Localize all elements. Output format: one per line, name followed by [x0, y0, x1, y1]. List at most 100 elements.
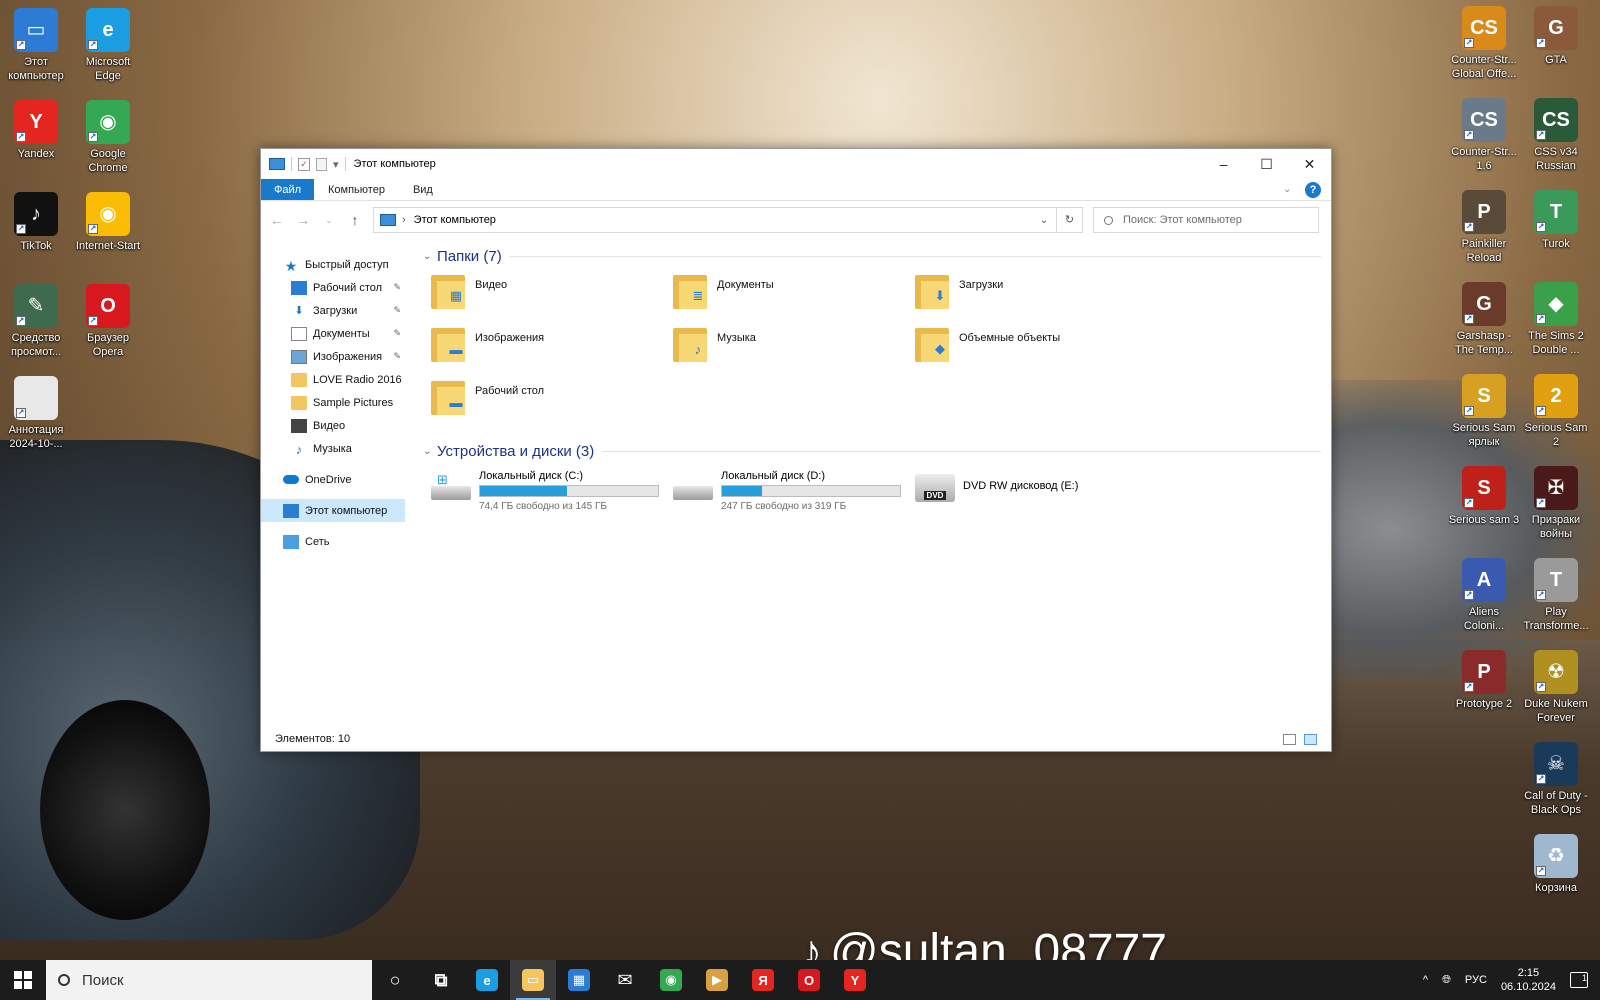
nav-item-видео[interactable]: Видео: [261, 414, 413, 437]
desktop-icon-the-sims-2-double[interactable]: ◆ ↗ The Sims 2 Double ...: [1520, 282, 1592, 357]
desktop-icon-prototype-2[interactable]: P ↗ Prototype 2: [1448, 650, 1520, 711]
folder-item-документы[interactable]: ≣ Документы: [673, 271, 915, 324]
taskbar-media-button[interactable]: ▶: [694, 960, 740, 1000]
help-icon[interactable]: ?: [1305, 182, 1321, 198]
large-icons-view-icon[interactable]: [1304, 733, 1317, 745]
app-icon: S ↗: [1462, 374, 1506, 418]
desktop-icon-средство-просмот[interactable]: ✎ ↗ Средство просмот...: [0, 284, 72, 359]
taskbar-yandex-browser-button[interactable]: Я: [740, 960, 786, 1000]
desktop-icon-tiktok[interactable]: ♪ ↗ TikTok: [0, 192, 72, 253]
network-globe-icon[interactable]: 🌐︎: [1442, 974, 1451, 987]
drive-info: DVD RW дисковод (E:): [963, 470, 1143, 492]
search-input[interactable]: Поиск: Этот компьютер: [1093, 207, 1319, 233]
up-button[interactable]: ↑: [347, 212, 363, 228]
folder-item-музыка[interactable]: ♪ Музыка: [673, 324, 915, 377]
refresh-button[interactable]: ↻: [1056, 208, 1082, 232]
taskbar-edge-button[interactable]: e: [464, 960, 510, 1000]
nav-item-изображения[interactable]: Изображения ✎: [261, 345, 413, 368]
taskbar-task-view-button[interactable]: ⧉: [418, 960, 464, 1000]
desktop-icon-painkiller-reload[interactable]: P ↗ Painkiller Reload: [1448, 190, 1520, 265]
desktop-icon-call-of-duty-black-ops[interactable]: ☠ ↗ Call of Duty - Black Ops: [1520, 742, 1592, 817]
tab-computer[interactable]: Компьютер: [314, 179, 399, 200]
folder-item-рабочий-стол[interactable]: ▬ Рабочий стол: [431, 377, 673, 430]
taskbar-explorer-button[interactable]: ▭: [510, 960, 556, 1000]
details-view-icon[interactable]: [1283, 733, 1296, 745]
tab-file[interactable]: Файл: [261, 179, 314, 200]
back-button[interactable]: ←: [269, 212, 285, 228]
folder-icon: ▬: [431, 324, 467, 364]
desktop-icon-призраки-войны[interactable]: ✠ ↗ Призраки войны: [1520, 466, 1592, 541]
customize-toolbar-chevron-icon[interactable]: ▾: [333, 158, 339, 171]
desktop-icon-google-chrome[interactable]: ◉ ↗ Google Chrome: [72, 100, 144, 175]
desktop-icon-garshasp-the-temp[interactable]: G ↗ Garshasp - The Temp...: [1448, 282, 1520, 357]
desktop-icon-css-v34-russian[interactable]: CS ↗ CSS v34 Russian: [1520, 98, 1592, 173]
desktop-icon-serious-sam-ярлык[interactable]: S ↗ Serious Sam ярлык: [1448, 374, 1520, 449]
drive-item-1[interactable]: Локальный диск (D:) 247 ГБ свободно из 31…: [673, 470, 915, 512]
nav-label: Изображения: [313, 350, 383, 363]
maximize-button[interactable]: ☐: [1245, 149, 1288, 179]
nav-network[interactable]: Сеть: [261, 530, 413, 553]
collapse-chevron-icon[interactable]: ⌄: [423, 446, 437, 457]
desktop-icon-браузер-opera[interactable]: O ↗ Браузер Opera: [72, 284, 144, 359]
recent-locations-chevron-icon[interactable]: ⌄: [321, 215, 337, 226]
desktop-icon-serious-sam-3[interactable]: S ↗ Serious sam 3: [1448, 466, 1520, 527]
taskbar-store-button[interactable]: ▦: [556, 960, 602, 1000]
devices-group-header[interactable]: ⌄ Устройства и диски (3): [423, 440, 1321, 462]
desktop-icon-microsoft-edge[interactable]: e ↗ Microsoft Edge: [72, 8, 144, 83]
taskbar-search-input[interactable]: Поиск: [46, 960, 372, 1000]
desktop-icon-aliens-coloni[interactable]: A ↗ Aliens Coloni...: [1448, 558, 1520, 633]
language-indicator[interactable]: РУС: [1465, 974, 1487, 986]
nav-item-загрузки[interactable]: ⬇ Загрузки ✎: [261, 299, 413, 322]
breadcrumb-separator-icon[interactable]: ›: [402, 214, 406, 226]
start-button[interactable]: [0, 960, 46, 1000]
nav-item-love-radio-2016[interactable]: LOVE Radio 2016: [261, 368, 413, 391]
nav-this-pc[interactable]: Этот компьютер: [261, 499, 405, 522]
folder-item-загрузки[interactable]: ⬇ Загрузки: [915, 271, 1157, 324]
desktop-icon-counter-str-1-6[interactable]: CS ↗ Counter-Str... 1.6: [1448, 98, 1520, 173]
nav-item-музыка[interactable]: ♪ Музыка: [261, 437, 413, 460]
taskbar-yandex-button[interactable]: Y: [832, 960, 878, 1000]
nav-quick-access[interactable]: ★ Быстрый доступ: [261, 253, 413, 276]
desktop-icon-duke-nukem-forever[interactable]: ☢ ↗ Duke Nukem Forever: [1520, 650, 1592, 725]
folder-item-видео[interactable]: ▦ Видео: [431, 271, 673, 324]
toolbar-separator: [344, 157, 346, 171]
desktop-icon-play-transforme[interactable]: T ↗ Play Transforme...: [1520, 558, 1592, 633]
shortcut-arrow-icon: ↗: [16, 316, 26, 326]
nav-item-sample-pictures[interactable]: Sample Pictures: [261, 391, 413, 414]
properties-icon[interactable]: ✓: [298, 157, 310, 171]
nav-item-документы[interactable]: Документы ✎: [261, 322, 413, 345]
folder-item-объемные-объекты[interactable]: ◆ Объемные объекты: [915, 324, 1157, 377]
nav-item-рабочий-стол[interactable]: Рабочий стол ✎: [261, 276, 413, 299]
taskbar-cortana-button[interactable]: ○: [372, 960, 418, 1000]
desktop-icon-корзина[interactable]: ♻ ↗ Корзина: [1520, 834, 1592, 895]
desktop-icon-этот-компьютер[interactable]: ▭ ↗ Этот компьютер: [0, 8, 72, 83]
taskbar-mail-button[interactable]: ✉: [602, 960, 648, 1000]
close-button[interactable]: ✕: [1288, 149, 1331, 179]
collapse-chevron-icon[interactable]: ⌄: [423, 251, 437, 262]
address-text[interactable]: Этот компьютер: [414, 214, 1032, 226]
address-bar[interactable]: › Этот компьютер ⌄ ↻: [373, 207, 1083, 233]
folder-item-изображения[interactable]: ▬ Изображения: [431, 324, 673, 377]
drive-item-0[interactable]: ⊞ Локальный диск (C:) 74,4 ГБ свободно из …: [431, 470, 673, 512]
folders-group-header[interactable]: ⌄ Папки (7): [423, 245, 1321, 267]
forward-button[interactable]: →: [295, 212, 311, 228]
desktop-icon-turok[interactable]: T ↗ Turok: [1520, 190, 1592, 251]
desktop-icon-internet-start[interactable]: ◉ ↗ Internet-Start: [72, 192, 144, 253]
expand-ribbon-chevron-icon[interactable]: ⌄: [1283, 179, 1303, 200]
desktop-icon-yandex[interactable]: Y ↗ Yandex: [0, 100, 72, 161]
desktop-icon-gta[interactable]: G ↗ GTA: [1520, 6, 1592, 67]
notifications-icon[interactable]: 1: [1570, 972, 1588, 988]
tab-view[interactable]: Вид: [399, 179, 447, 200]
new-folder-icon[interactable]: [316, 157, 327, 171]
show-hidden-icons-chevron-icon[interactable]: ^: [1423, 974, 1428, 986]
taskbar-chrome-button[interactable]: ◉: [648, 960, 694, 1000]
nav-onedrive[interactable]: OneDrive: [261, 468, 413, 491]
drive-item-2[interactable]: DVD DVD RW дисковод (E:): [915, 470, 1157, 512]
desktop-icon-аннотация-2024-10[interactable]: ↗ Аннотация 2024-10-...: [0, 376, 72, 451]
taskbar-opera-button[interactable]: O: [786, 960, 832, 1000]
desktop-icon-serious-sam-2[interactable]: 2 ↗ Serious Sam 2: [1520, 374, 1592, 449]
address-history-chevron-icon[interactable]: ⌄: [1032, 215, 1056, 226]
desktop-icon-counter-str-global-offe[interactable]: CS ↗ Counter-Str... Global Offe...: [1448, 6, 1520, 81]
minimize-button[interactable]: –: [1202, 149, 1245, 179]
clock[interactable]: 2:15 06.10.2024: [1501, 966, 1556, 994]
